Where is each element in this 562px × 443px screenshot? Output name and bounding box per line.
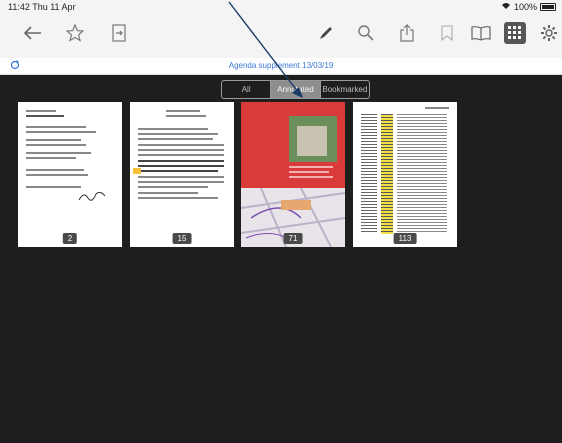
page-number-badge: 113 [393,233,417,244]
page-thumbnail[interactable]: 71 [240,102,346,248]
page-number-badge: 2 [62,233,78,244]
page-number-badge: 71 [283,233,303,244]
pointer-arrow [228,1,303,98]
page-thumbnail[interactable]: 113 [353,102,457,247]
note-marker-icon [133,168,141,174]
page-thumbnail[interactable]: 2 [18,102,122,247]
page-thumbnail[interactable]: 15 [130,102,234,247]
signature-mark [78,191,106,201]
page-number-badge: 15 [172,233,192,244]
